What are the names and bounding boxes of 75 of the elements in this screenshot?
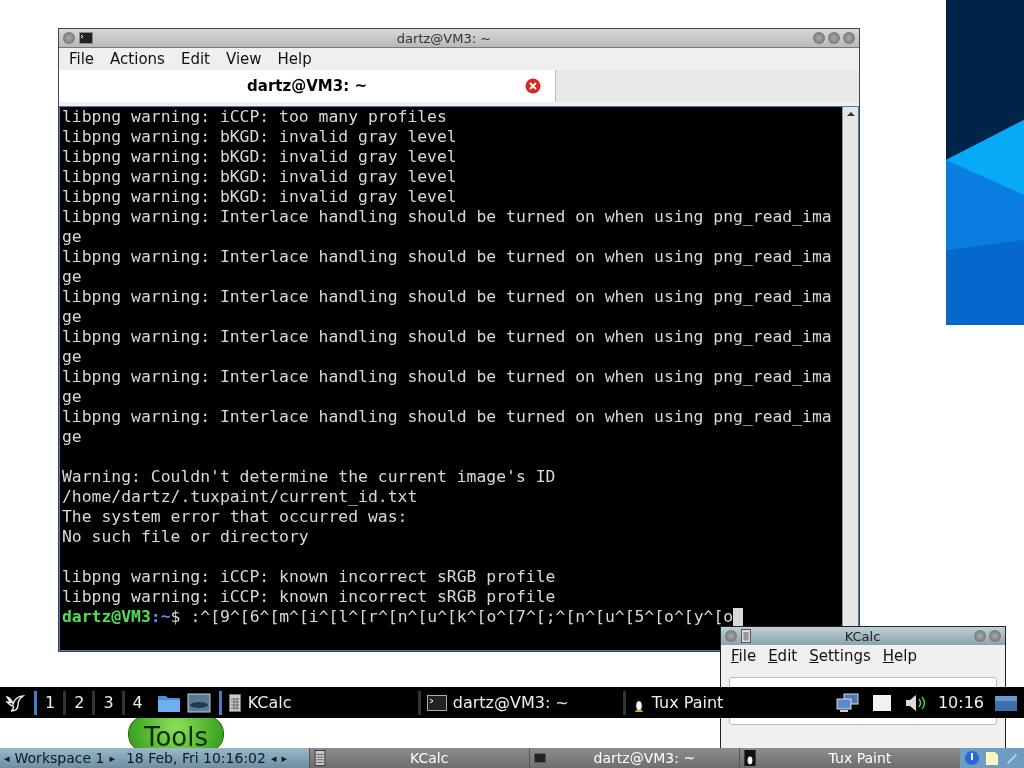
taskbar-task[interactable]: dartz@VM3: ~ [417, 690, 623, 715]
terminal-icon [426, 694, 447, 711]
menu-item[interactable]: View [217, 50, 270, 68]
close-tab-icon[interactable] [525, 78, 541, 94]
terminal-line: ge [62, 307, 82, 327]
workspace-button[interactable]: 2 [63, 690, 93, 715]
terminal-line: libpng warning: iCCP: too many profiles [62, 107, 447, 127]
terminal-line: libpng warning: Interlace handling should be turned on when using png_read_ima [62, 247, 832, 267]
network-icon[interactable] [835, 692, 860, 713]
terminal-line: libpng warning: Interlace handling should be turned on when using png_read_ima [62, 207, 832, 227]
terminal-icon [533, 750, 546, 766]
menu-item[interactable]: Edit [762, 647, 804, 665]
terminal-line: ge [62, 227, 82, 247]
calculator-icon [313, 750, 326, 766]
clock: 10:16 [937, 693, 984, 712]
menu-item[interactable]: File [725, 647, 763, 665]
terminal-line: ge [62, 267, 82, 287]
menu-item[interactable]: Actions [102, 50, 173, 68]
terminal-line: The system error that occurred was: [62, 507, 408, 527]
window-title: KCalc [843, 628, 882, 644]
terminal-line: libpng warning: Interlace handling should be turned on when using png_read_ima [62, 407, 832, 427]
prompt-path: :~ [150, 607, 171, 627]
panel-task[interactable]: Tux Paint [738, 748, 960, 768]
menu-item[interactable]: Edit [172, 50, 218, 68]
terminal-line: ge [62, 387, 82, 407]
workspace-button[interactable]: 4 [121, 690, 151, 715]
prompt-user: dartz@VM3 [62, 607, 151, 627]
terminal-line: libpng warning: bKGD: invalid gray level [62, 147, 457, 167]
previous-button[interactable]: ◂ [270, 751, 277, 765]
workspace-button[interactable]: 1 [34, 690, 64, 715]
menu-item[interactable]: Help [269, 50, 320, 68]
workspace-switcher[interactable]: Workspace 1 [14, 750, 105, 766]
calculator-icon [741, 629, 751, 643]
panel-task[interactable]: dartz@VM3: ~ [528, 748, 739, 768]
image-viewer-icon[interactable] [186, 692, 211, 713]
terminal-line: libpng warning: iCCP: known incorrect sRGB profile [62, 567, 556, 587]
next-button[interactable]: ▸ [109, 751, 115, 765]
penguin-icon [743, 750, 756, 766]
date-time: 18 Feb, Fri 10:16:02 [125, 750, 266, 766]
command-text: :^[9^[6^[m^[i^[l^[r^[n^[u^[k^[o^[7^[;^[n^[u^[5^[o^[y^[o [190, 607, 734, 627]
workspace-button[interactable]: 3 [92, 690, 122, 715]
terminal-tab[interactable]: dartz@VM3: ~ [59, 70, 556, 102]
minimize-button[interactable] [813, 32, 825, 44]
terminal-line: libpng warning: Interlace handling should be turned on when using png_read_ima [62, 327, 832, 347]
prompt-symbol: $ [170, 607, 181, 627]
terminal-line: libpng warning: Interlace handling should be turned on when using png_read_ima [62, 367, 832, 387]
calculator-icon [227, 693, 242, 712]
menu-item[interactable]: File [61, 50, 103, 68]
text-cursor [733, 608, 744, 626]
paper-icon[interactable] [984, 750, 1000, 766]
terminal-line: No such file or directory [62, 527, 309, 547]
terminal-line: libpng warning: bKGD: invalid gray level [62, 127, 457, 147]
terminal-line: libpng warning: iCCP: known incorrect sRGB profile [62, 587, 556, 607]
maximize-button[interactable] [828, 32, 840, 44]
terminal-line: libpng warning: Interlace handling should be turned on when using png_read_ima [62, 287, 832, 307]
terminal-line: /home/dartz/.tuxpaint/current_id.txt [62, 487, 418, 507]
taskbar-task[interactable]: Tux Paint [622, 690, 822, 715]
next-button[interactable]: ▸ [281, 751, 287, 765]
panel-task[interactable]: KCalc [308, 748, 529, 768]
terminal-line: ge [62, 347, 82, 367]
terminal-line: libpng warning: bKGD: invalid gray level [62, 187, 457, 207]
terminal-line: ge [62, 427, 82, 447]
terminal-line: libpng warning: bKGD: invalid gray level [62, 167, 457, 187]
scroll-up-icon[interactable] [845, 111, 856, 117]
taskbar-task[interactable]: KCalc [221, 690, 418, 715]
shield-icon[interactable] [964, 750, 980, 766]
close-button[interactable] [843, 32, 855, 44]
previous-button[interactable]: ◂ [4, 751, 10, 765]
menu-item[interactable]: Settings [803, 647, 877, 665]
menu-item[interactable]: Help [876, 647, 923, 665]
terminal-line: Warning: Couldn't determine the current image's ID [62, 467, 556, 487]
window-menu-icon[interactable] [63, 32, 75, 44]
window-title: dartz@VM3: ~ [395, 30, 493, 46]
volume-icon[interactable] [903, 692, 928, 713]
terminal-icon [79, 32, 93, 44]
